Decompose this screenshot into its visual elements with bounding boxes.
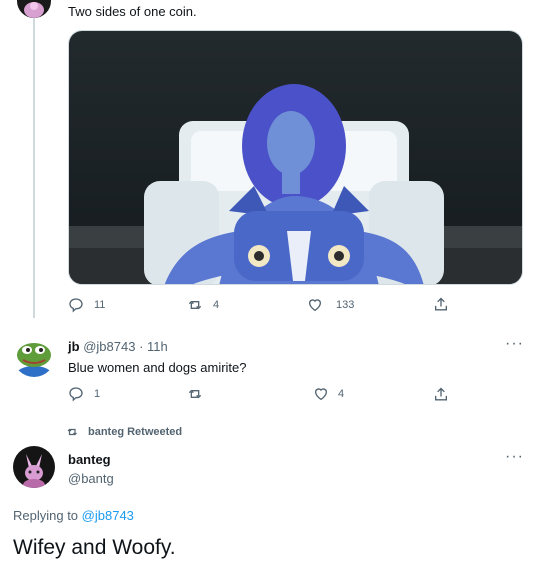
reply-text: Blue women and dogs amirite? bbox=[68, 360, 247, 375]
reply-author-handle[interactable]: @jb8743 bbox=[83, 339, 135, 354]
reply-action[interactable]: 11 bbox=[68, 297, 105, 313]
avatar-banteg-top[interactable] bbox=[17, 0, 51, 18]
replying-to: Replying to @jb8743 bbox=[13, 508, 134, 523]
thread-line bbox=[33, 18, 35, 318]
share-action[interactable] bbox=[433, 296, 449, 313]
like-action[interactable]: 133 bbox=[306, 297, 354, 313]
replying-to-handle[interactable]: @jb8743 bbox=[82, 508, 134, 523]
reply-more-options[interactable]: ··· bbox=[505, 335, 524, 353]
retweet-notice[interactable]: banteg Retweeted bbox=[67, 426, 183, 438]
main-more-options[interactable]: ··· bbox=[505, 448, 524, 466]
main-author-handle[interactable]: @bantg bbox=[68, 471, 114, 486]
reply-icon bbox=[69, 387, 83, 402]
main-tweet-text: Wifey and Woofy. bbox=[13, 536, 176, 559]
heart-icon bbox=[308, 299, 322, 312]
retweet-icon bbox=[67, 428, 77, 436]
avatar-jb[interactable] bbox=[13, 335, 55, 377]
main-author-name[interactable]: banteg bbox=[68, 452, 111, 467]
retweet-notice-text: banteg Retweeted bbox=[88, 426, 183, 438]
reply-reply-action[interactable]: 1 bbox=[68, 386, 100, 402]
reply-header: jb @jb8743 · 11h bbox=[68, 339, 168, 354]
retweet-count: 4 bbox=[213, 299, 220, 311]
reply-author-name[interactable]: jb bbox=[68, 339, 80, 354]
more-options-icon: ··· bbox=[505, 448, 524, 465]
reply-separator: · bbox=[139, 339, 144, 354]
tweet-text: Two sides of one coin. bbox=[68, 4, 197, 19]
like-count: 133 bbox=[336, 299, 355, 311]
more-options-icon: ··· bbox=[505, 335, 524, 352]
share-icon bbox=[435, 297, 447, 311]
retweet-action[interactable]: 4 bbox=[187, 297, 219, 313]
avatar-banteg[interactable] bbox=[13, 446, 55, 488]
reply-retweet-action[interactable] bbox=[187, 386, 213, 402]
share-icon bbox=[435, 387, 447, 401]
reply-time[interactable]: 11h bbox=[147, 339, 168, 354]
retweet-icon bbox=[188, 389, 202, 399]
replying-to-prefix: Replying to bbox=[13, 508, 79, 523]
reply-icon bbox=[69, 298, 83, 313]
reply-like-action[interactable]: 4 bbox=[312, 386, 344, 402]
reply-share-action[interactable] bbox=[433, 386, 449, 403]
heart-icon bbox=[314, 388, 328, 401]
tweet-image[interactable] bbox=[68, 30, 523, 285]
retweet-icon bbox=[188, 300, 202, 310]
reply-like-count: 4 bbox=[338, 388, 345, 400]
reply-reply-count: 1 bbox=[94, 388, 101, 400]
reply-count: 11 bbox=[94, 299, 106, 311]
